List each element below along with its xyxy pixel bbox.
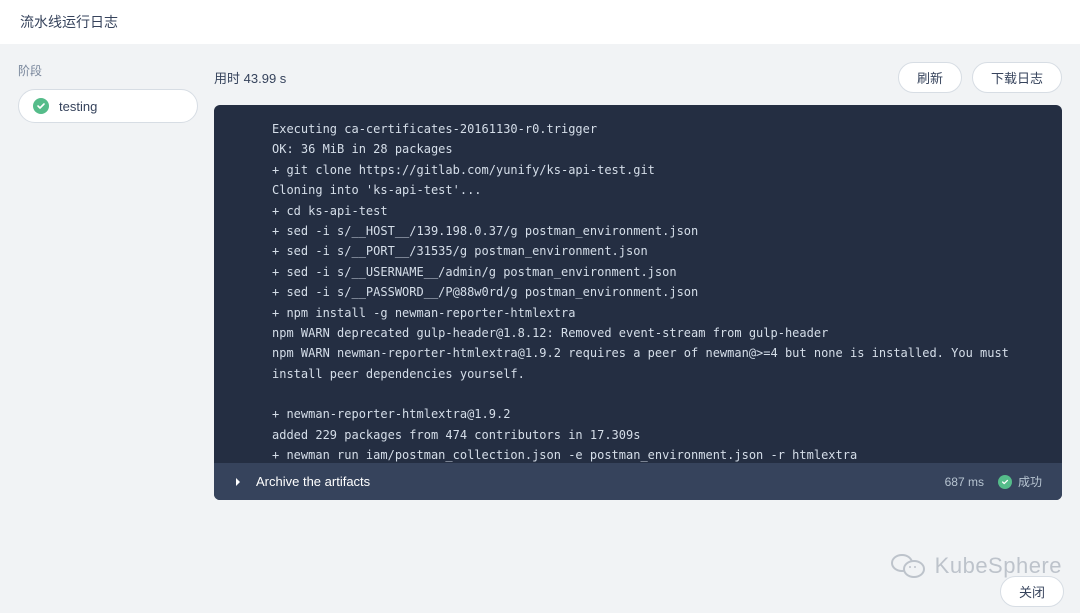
modal-title: 流水线运行日志 <box>20 14 118 30</box>
log-panel: Executing ca-certificates-20161130-r0.tr… <box>214 105 1062 500</box>
step-status: 成功 <box>998 473 1042 490</box>
main-area: 阶段 testing 用时 43.99 s 刷新 下载日志 Executing … <box>0 44 1080 500</box>
download-log-button[interactable]: 下载日志 <box>972 62 1062 93</box>
step-status-label: 成功 <box>1018 473 1042 490</box>
duration-label: 用时 <box>214 71 240 86</box>
step-duration: 687 ms <box>945 475 984 489</box>
stage-name: testing <box>59 99 97 114</box>
duration-text: 用时 43.99 s <box>214 68 286 87</box>
log-line: + sed -i s/__HOST__/139.198.0.37/g postm… <box>272 221 1038 241</box>
log-line: added 229 packages from 474 contributors… <box>272 425 1038 445</box>
log-line: Executing ca-certificates-20161130-r0.tr… <box>272 119 1038 139</box>
check-icon <box>33 98 49 114</box>
log-output[interactable]: Executing ca-certificates-20161130-r0.tr… <box>214 105 1062 463</box>
modal-header: 流水线运行日志 <box>0 0 1080 44</box>
check-icon <box>998 475 1012 489</box>
log-line: npm WARN newman-reporter-htmlextra@1.9.2… <box>272 343 1038 384</box>
content-area: 用时 43.99 s 刷新 下载日志 Executing ca-certific… <box>214 62 1062 500</box>
step-row[interactable]: Archive the artifacts 687 ms 成功 <box>214 463 1062 500</box>
log-line: + sed -i s/__PASSWORD__/P@88w0rd/g postm… <box>272 282 1038 302</box>
log-line: + git clone https://gitlab.com/yunify/ks… <box>272 160 1038 180</box>
log-line: + newman-reporter-htmlextra@1.9.2 <box>272 404 1038 424</box>
log-line <box>272 384 1038 404</box>
log-line: npm WARN deprecated gulp-header@1.8.12: … <box>272 323 1038 343</box>
close-button[interactable]: 关闭 <box>1000 576 1064 607</box>
log-line: OK: 36 MiB in 28 packages <box>272 139 1038 159</box>
step-name: Archive the artifacts <box>256 474 931 489</box>
duration-value: 43.99 s <box>244 71 287 86</box>
refresh-button[interactable]: 刷新 <box>898 62 962 93</box>
sidebar: 阶段 testing <box>18 62 198 500</box>
log-line: + sed -i s/__USERNAME__/admin/g postman_… <box>272 262 1038 282</box>
log-line: + sed -i s/__PORT__/31535/g postman_envi… <box>272 241 1038 261</box>
chevron-right-icon <box>234 477 242 487</box>
log-line: + npm install -g newman-reporter-htmlext… <box>272 303 1038 323</box>
action-buttons: 刷新 下载日志 <box>898 62 1062 93</box>
log-line: Cloning into 'ks-api-test'... <box>272 180 1038 200</box>
content-topbar: 用时 43.99 s 刷新 下载日志 <box>214 62 1062 93</box>
log-line: + cd ks-api-test <box>272 201 1038 221</box>
stage-item-testing[interactable]: testing <box>18 89 198 123</box>
wechat-icon <box>891 554 927 578</box>
log-line: + newman run iam/postman_collection.json… <box>272 445 1038 463</box>
sidebar-label: 阶段 <box>18 62 198 79</box>
